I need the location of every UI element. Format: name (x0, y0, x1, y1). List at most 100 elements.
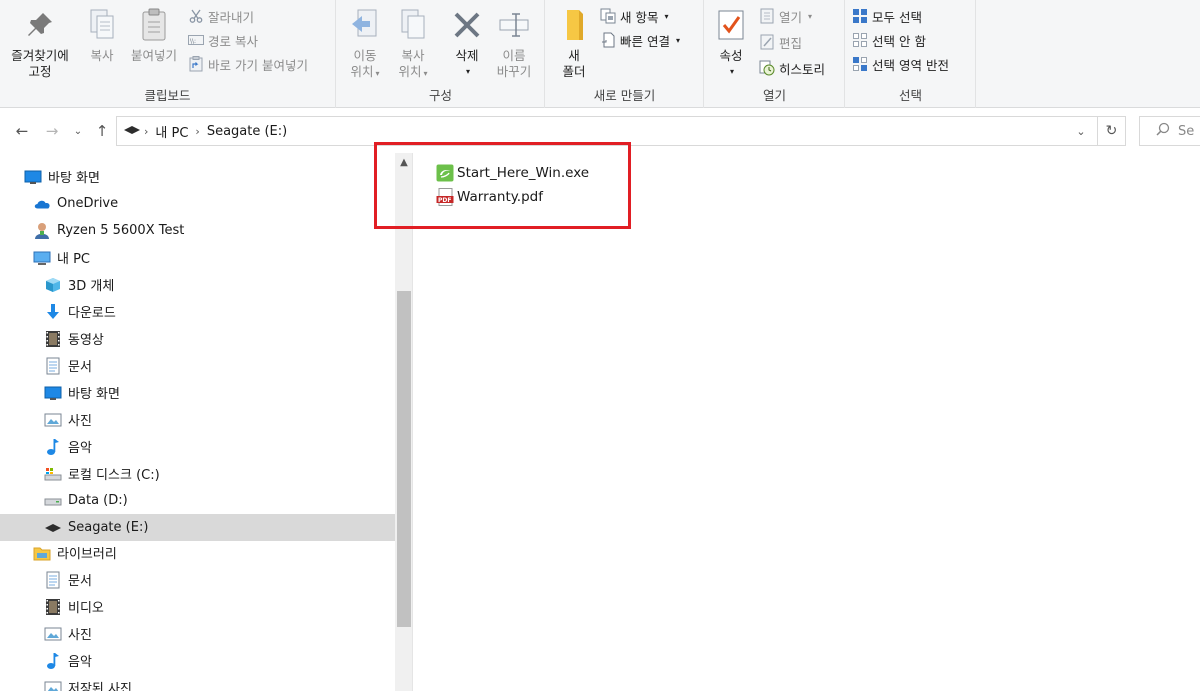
nav-item[interactable]: 음악 (0, 433, 395, 460)
organize-group-label: 구성 (428, 88, 452, 103)
delete-button[interactable]: 삭제 ▾ (447, 6, 487, 80)
desktop-icon (24, 168, 42, 186)
nav-item[interactable]: 문서 (0, 566, 395, 593)
nav-item-label: 저장된 사진 (68, 682, 132, 691)
breadcrumb-my-pc[interactable]: 내 PC (155, 122, 188, 141)
recent-locations-button[interactable]: ⌄ (68, 121, 88, 141)
select-none-button[interactable]: 선택 안 함 (852, 30, 926, 50)
nav-item[interactable]: 음악 (0, 647, 395, 674)
open-label: 열기 (779, 9, 803, 25)
picture-icon (44, 679, 62, 691)
search-placeholder: Se (1178, 123, 1195, 139)
properties-label: 속성 (719, 48, 743, 63)
select-none-label: 선택 안 함 (872, 33, 926, 49)
select-all-button[interactable]: 모두 선택 (852, 6, 922, 26)
pin-to-quick-access-button[interactable]: 즐겨찾기에 고정 (4, 6, 76, 80)
easy-access-caret: ▾ (675, 35, 680, 45)
pin-label-1: 즐겨찾기에 (11, 48, 69, 63)
nav-item[interactable]: 다운로드 (0, 298, 395, 325)
nav-item[interactable]: 로컬 디스크 (C:) (0, 460, 395, 487)
navigation-pane: 바탕 화면 OneDrive Ryzen 5 5600X Test 내 PC 3D 개체… (0, 153, 395, 691)
easy-access-label: 빠른 연결 (620, 33, 670, 49)
cut-button[interactable]: 잘라내기 (188, 6, 254, 26)
properties-button[interactable]: 속성 ▾ (711, 6, 751, 80)
pin-label-2: 고정 (28, 64, 52, 79)
move-to-icon (347, 6, 383, 44)
local-disk-icon (44, 465, 62, 483)
open-caret: ▾ (808, 11, 813, 21)
easy-access-button[interactable]: 빠른 연결 ▾ (600, 30, 680, 50)
nav-item[interactable]: Seagate (E:) (0, 514, 395, 541)
nav-item[interactable]: 바탕 화면 (0, 379, 395, 406)
address-dropdown-icon[interactable]: ⌄ (1073, 123, 1089, 139)
edit-button[interactable]: 편집 (759, 32, 802, 52)
move-to-button[interactable]: 이동 위치 ▾ (345, 6, 385, 82)
search-input[interactable]: Se (1139, 116, 1200, 146)
easy-access-icon (600, 32, 616, 48)
nav-scrollbar[interactable]: ▲ (395, 153, 413, 691)
picture-icon (44, 625, 62, 643)
copy-to-button[interactable]: 복사 위치 ▾ (393, 6, 433, 82)
refresh-button[interactable]: ↻ (1098, 116, 1126, 146)
nav-item-label: 문서 (68, 574, 92, 589)
delete-x-icon (449, 6, 485, 44)
paste-shortcut-icon (188, 56, 204, 72)
new-folder-label-2: 폴더 (562, 64, 586, 79)
invert-selection-icon (852, 56, 868, 72)
properties-check-icon (713, 6, 749, 44)
breadcrumb-seagate[interactable]: Seagate (E:) (207, 124, 287, 139)
paste-shortcut-button[interactable]: 바로 가기 붙여넣기 (188, 54, 308, 74)
nav-item-label: 음악 (68, 441, 92, 456)
back-arrow-icon: ← (15, 122, 29, 140)
nav-item[interactable]: 내 PC (0, 244, 395, 271)
up-button[interactable]: ↑ (92, 121, 112, 141)
nav-item[interactable]: 동영상 (0, 325, 395, 352)
paste-button[interactable]: 붙여넣기 (124, 6, 184, 64)
nav-item[interactable]: 라이브러리 (0, 539, 395, 566)
move-to-label-2: 위치 ▾ (350, 64, 380, 79)
nav-item[interactable]: 바탕 화면 (0, 163, 395, 190)
forward-button[interactable]: → (42, 121, 62, 141)
copy-path-label: 경로 복사 (208, 33, 258, 49)
open-button[interactable]: 열기 ▾ (759, 6, 812, 26)
nav-item-label: 동영상 (68, 333, 104, 348)
breadcrumb-separator-icon: › (195, 124, 200, 138)
nav-item[interactable]: Data (D:) (0, 487, 395, 514)
open-group: 속성 ▾ 열기 ▾ 편집 히스토리 열기 (705, 0, 845, 108)
edit-label: 편집 (779, 35, 803, 51)
rename-button[interactable]: 이름 바꾸기 (491, 6, 537, 80)
edit-icon (759, 34, 775, 50)
invert-selection-button[interactable]: 선택 영역 반전 (852, 54, 949, 74)
nav-item[interactable]: 저장된 사진 (0, 674, 395, 691)
music-icon (44, 438, 62, 456)
pc-icon (33, 249, 51, 267)
breadcrumb-separator-icon: › (144, 124, 149, 138)
picture-icon (44, 411, 62, 429)
nav-item[interactable]: 3D 개체 (0, 271, 395, 298)
nav-item[interactable]: 사진 (0, 620, 395, 647)
open-group-label: 열기 (762, 88, 786, 103)
history-icon (759, 60, 775, 76)
nav-item[interactable]: 비디오 (0, 593, 395, 620)
copy-path-button[interactable]: \\: 경로 복사 (188, 30, 258, 50)
open-icon (759, 8, 775, 24)
scrollbar-thumb[interactable] (397, 291, 411, 627)
nav-item[interactable]: 사진 (0, 406, 395, 433)
nav-item[interactable]: 문서 (0, 352, 395, 379)
new-item-button[interactable]: 새 항목 ▾ (600, 6, 669, 26)
desktop-icon (44, 384, 62, 402)
nav-item[interactable]: Ryzen 5 5600X Test (0, 217, 395, 244)
new-item-icon (600, 8, 616, 24)
download-icon (44, 303, 62, 321)
nav-item[interactable]: OneDrive (0, 190, 395, 217)
select-group: 모두 선택 선택 안 함 선택 영역 반전 선택 (846, 0, 976, 108)
new-folder-button[interactable]: 새 폴더 (554, 6, 594, 80)
back-button[interactable]: ← (12, 121, 32, 141)
video-icon (44, 598, 62, 616)
nav-item-label: 내 PC (57, 252, 91, 267)
paste-label: 붙여넣기 (130, 48, 177, 63)
new-group-label: 새로 만들기 (593, 88, 656, 103)
copy-button[interactable]: 복사 (82, 6, 122, 64)
history-button[interactable]: 히스토리 (759, 58, 825, 78)
nav-item-label: OneDrive (57, 196, 119, 211)
